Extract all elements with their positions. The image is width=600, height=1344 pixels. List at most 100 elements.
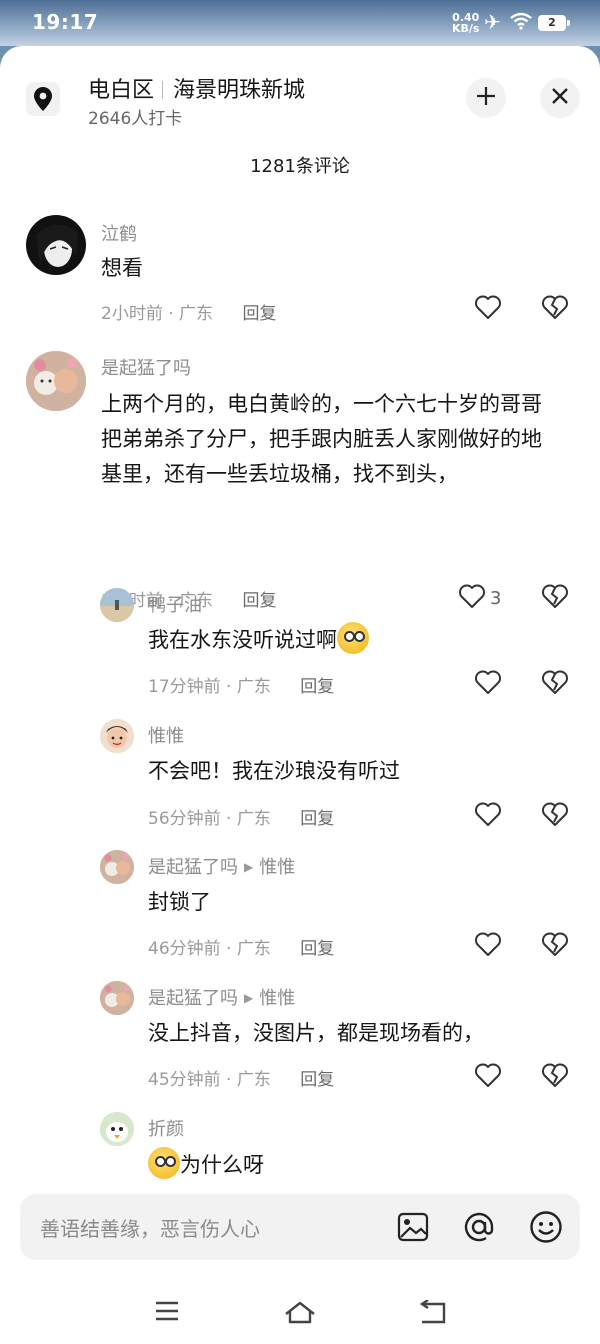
reply-region: 广东 (236, 939, 271, 959)
dislike-button[interactable] (541, 669, 569, 699)
location-pin-icon[interactable] (26, 82, 60, 116)
system-nav-bar (0, 1286, 600, 1344)
heart-icon (458, 583, 486, 614)
reply-button[interactable]: 回复 (300, 677, 334, 697)
avatar[interactable] (100, 1112, 134, 1146)
district-name: 电白区 (88, 78, 155, 103)
airplane-icon: ✈ (484, 10, 501, 34)
reply-meta: 17分钟前 · 广东 回复 (148, 672, 334, 697)
home-icon[interactable] (284, 1300, 316, 1328)
title-divider (162, 81, 164, 99)
back-icon[interactable] (418, 1299, 448, 1328)
reply-text: 不会吧！我在沙琅没有听过 (148, 759, 400, 783)
comment-text: 上两个月的，电白黄岭的，一个六七十岁的哥哥把弟弟杀了分尸，把手跟内脏丢人家刚做好… (101, 392, 542, 486)
menu-icon[interactable] (154, 1300, 180, 1326)
broken-heart-icon (541, 584, 569, 613)
reply-time: 56分钟前 (148, 809, 221, 829)
meta-separator: · (226, 809, 232, 829)
wifi-icon (510, 12, 532, 34)
like-count: 3 (490, 588, 502, 609)
broken-heart-icon (541, 932, 569, 961)
comment-region: 广东 (179, 304, 214, 324)
reply-region: 广东 (236, 1070, 271, 1090)
comment-text: 想看 (101, 256, 143, 280)
at-icon[interactable] (460, 1208, 498, 1246)
like-button[interactable] (474, 669, 502, 700)
like-button[interactable] (474, 931, 502, 962)
avatar[interactable] (100, 588, 134, 622)
comment-input[interactable]: 善语结善缘，恶言伤人心 (40, 1213, 260, 1242)
comments-sheet: 电白区 海景明珠新城 2646人打卡 1281条评论 泣鹤 想看 2小时前 · 广… (0, 46, 600, 1344)
comment-time: 2小时前 (101, 304, 163, 324)
reply-to-arrow-icon: ▶ (244, 860, 254, 874)
dislike-button[interactable] (541, 931, 569, 961)
reply-meta: 46分钟前 · 广东 回复 (148, 934, 334, 959)
network-speed: 0.40 KB/s (452, 11, 480, 35)
heart-icon (474, 669, 502, 700)
collapse-icon (475, 85, 497, 111)
reply-to-arrow-icon: ▶ (244, 991, 254, 1005)
broken-heart-icon (541, 802, 569, 831)
image-icon[interactable] (394, 1208, 432, 1246)
heart-icon (474, 931, 502, 962)
heart-icon (474, 801, 502, 832)
broken-heart-icon (541, 670, 569, 699)
avatar[interactable] (26, 215, 86, 275)
reply-time: 45分钟前 (148, 1070, 221, 1090)
reply-text: 为什么呀 (148, 1147, 568, 1183)
reply-time: 46分钟前 (148, 939, 221, 959)
reply-author[interactable]: 折颜 (148, 1115, 184, 1141)
reply-author: 是起猛了吗 ▶ 惟惟 (148, 857, 296, 878)
like-button[interactable] (474, 801, 502, 832)
meta-separator: · (168, 304, 174, 324)
smile-emoji-icon (148, 1147, 180, 1179)
status-time: 19:17 (32, 10, 99, 34)
reply-button[interactable]: 回复 (300, 939, 334, 959)
dislike-button[interactable] (541, 1062, 569, 1092)
comment-count: 1281条评论 (250, 156, 350, 177)
meta-separator: · (226, 939, 232, 959)
like-button[interactable] (474, 1062, 502, 1093)
place-name: 海景明珠新城 (173, 78, 306, 103)
avatar[interactable] (100, 850, 134, 884)
reply-author: 是起猛了吗 ▶ 惟惟 (148, 988, 296, 1009)
status-bar: 19:17 0.40 KB/s ✈ 2 (0, 0, 600, 46)
battery-icon: 2 (538, 15, 570, 31)
dislike-button[interactable] (541, 801, 569, 831)
reply-to-name[interactable]: 惟惟 (259, 857, 295, 878)
location-title[interactable]: 电白区 海景明珠新城 (88, 72, 305, 104)
close-button[interactable] (540, 78, 580, 118)
reply-meta: 45分钟前 · 广东 回复 (148, 1065, 334, 1090)
smile-emoji-icon (337, 622, 369, 654)
reply-time: 17分钟前 (148, 677, 221, 697)
heart-icon (474, 294, 502, 325)
reply-author[interactable]: 鸭子油 (148, 591, 202, 617)
reply-text: 我在水东没听说过啊 (148, 622, 568, 658)
reply-button[interactable]: 回复 (242, 304, 276, 324)
dislike-button[interactable] (541, 294, 569, 324)
comment-meta: 2小时前 · 广东 回复 (101, 299, 276, 324)
emoji-icon[interactable] (527, 1208, 565, 1246)
reply-meta: 56分钟前 · 广东 回复 (148, 804, 334, 829)
reply-to-name[interactable]: 惟惟 (259, 988, 295, 1009)
like-button[interactable] (474, 294, 502, 325)
comment-input-bar[interactable]: 善语结善缘，恶言伤人心 (20, 1194, 580, 1260)
reply-text: 封锁了 (148, 890, 211, 914)
avatar[interactable] (26, 351, 86, 411)
reply-region: 广东 (236, 809, 271, 829)
close-icon (551, 87, 569, 109)
broken-heart-icon (541, 295, 569, 324)
avatar[interactable] (100, 981, 134, 1015)
comment-author[interactable]: 泣鹤 (101, 220, 137, 246)
reply-button[interactable]: 回复 (300, 809, 334, 829)
comment-author[interactable]: 是起猛了吗 (101, 354, 191, 380)
collapse-button[interactable] (466, 78, 506, 118)
reply-author[interactable]: 惟惟 (148, 722, 184, 748)
reply-button[interactable]: 回复 (300, 1070, 334, 1090)
checkin-count: 2646人打卡 (88, 109, 183, 129)
meta-separator: · (226, 677, 232, 697)
dislike-button[interactable] (541, 583, 569, 613)
reply-button[interactable]: 回复 (242, 591, 276, 611)
like-button[interactable]: 3 (458, 583, 501, 614)
avatar[interactable] (100, 719, 134, 753)
